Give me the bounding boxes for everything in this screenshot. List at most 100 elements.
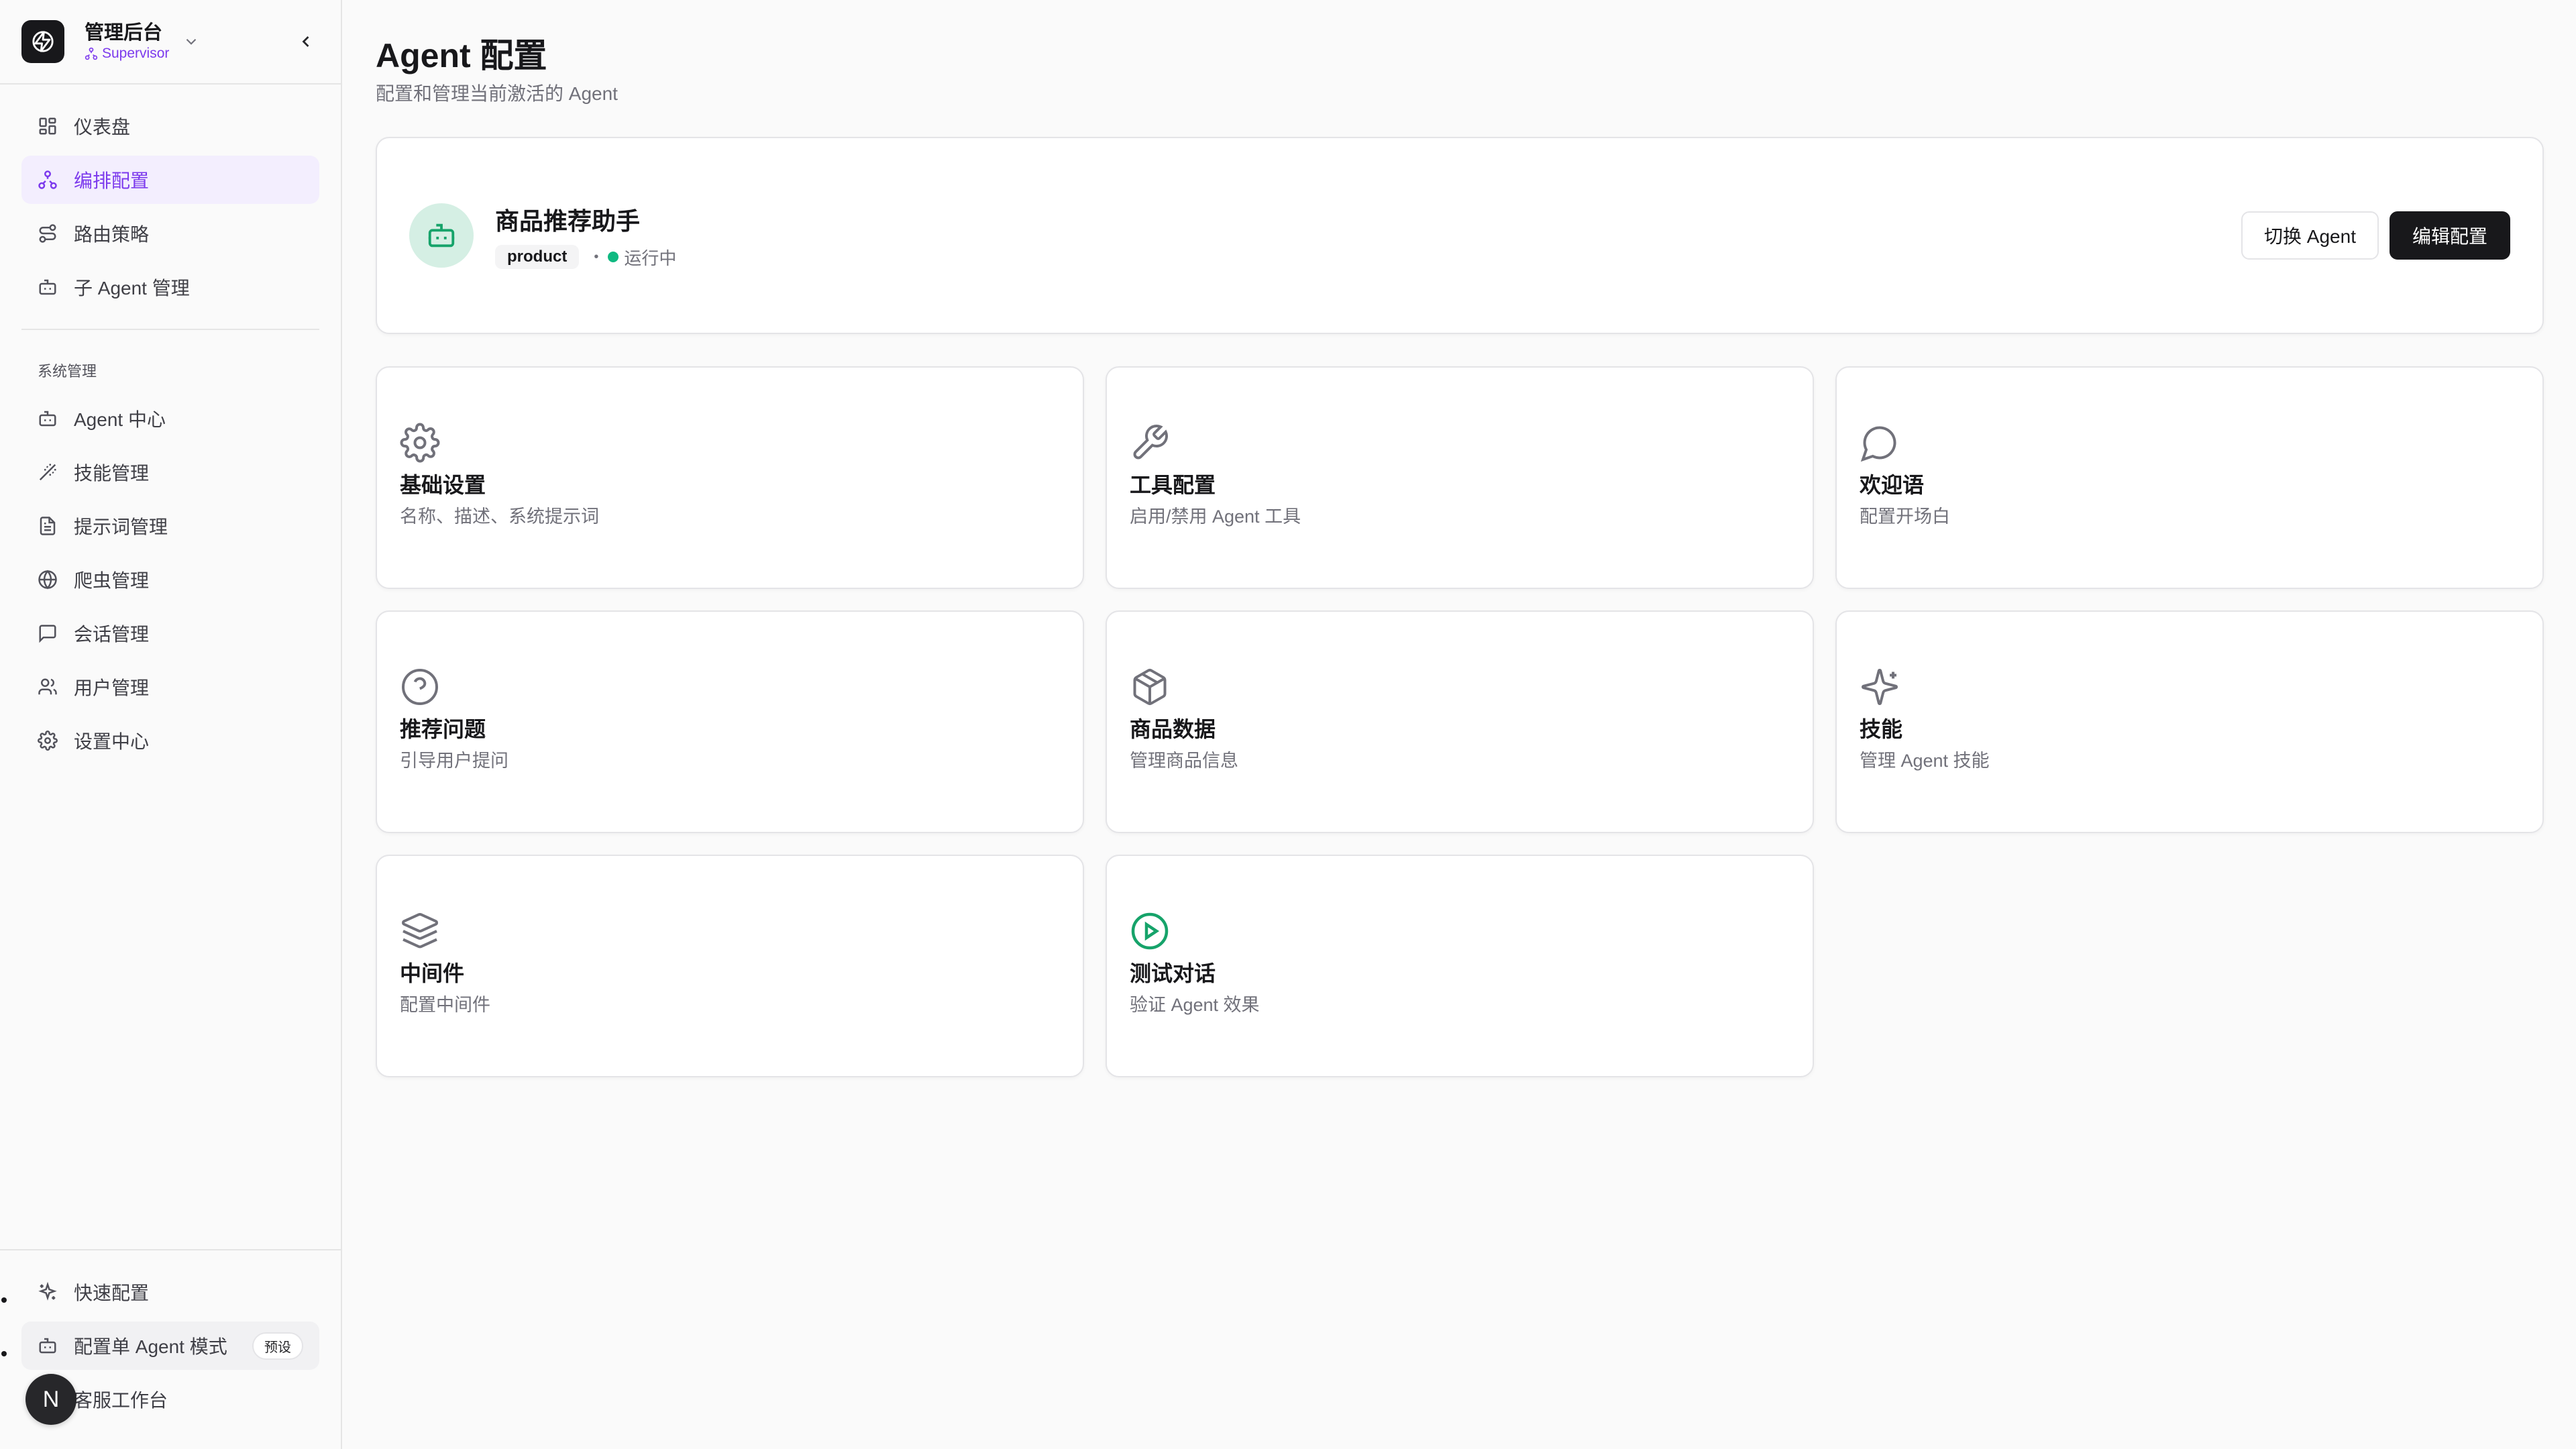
card-title: 基础设置 xyxy=(400,473,486,497)
user-avatar[interactable]: N xyxy=(25,1374,76,1425)
card-test-chat[interactable]: 测试对话 验证 Agent 效果 xyxy=(1106,855,1814,1077)
card-basic-settings[interactable]: 基础设置 名称、描述、系统提示词 xyxy=(376,366,1084,589)
edit-config-button[interactable]: 编辑配置 xyxy=(2389,211,2510,260)
collapse-sidebar-button[interactable] xyxy=(292,28,319,55)
card-title: 技能 xyxy=(1860,717,1903,741)
sidebar-item-label: 编排配置 xyxy=(74,170,150,191)
sidebar-item-label: 客服工作台 xyxy=(74,1390,168,1411)
sidebar-item-agent-center[interactable]: Agent 中心 xyxy=(21,394,319,443)
sidebar-item-sessions[interactable]: 会话管理 xyxy=(21,609,319,657)
sidebar-item-crawler[interactable]: 爬虫管理 xyxy=(21,555,319,604)
sparkles-icon xyxy=(1860,667,1900,707)
card-title: 推荐问题 xyxy=(400,717,486,741)
switch-agent-button[interactable]: 切换 Agent xyxy=(2241,211,2379,260)
bot-icon xyxy=(38,1336,58,1356)
wrench-icon xyxy=(1130,423,1170,463)
sidebar-item-label: Agent 中心 xyxy=(74,409,166,430)
message-square-icon xyxy=(38,623,58,643)
card-title: 中间件 xyxy=(400,961,465,985)
sidebar-divider xyxy=(21,329,319,330)
card-tool-config[interactable]: 工具配置 启用/禁用 Agent 工具 xyxy=(1106,366,1814,589)
card-title: 测试对话 xyxy=(1130,961,1216,985)
section-label-system: 系统管理 xyxy=(38,363,97,380)
agent-meta: product • 运行中 xyxy=(495,245,676,270)
sidebar-item-orchestration[interactable]: 编排配置 xyxy=(21,156,319,204)
bot-icon xyxy=(38,409,58,429)
list-bullet xyxy=(1,1297,7,1303)
settings-icon xyxy=(38,731,58,751)
message-circle-icon xyxy=(1860,423,1900,463)
chevron-down-icon[interactable] xyxy=(182,33,200,50)
help-circle-icon xyxy=(400,667,440,707)
brand-title: 管理后台 xyxy=(85,22,163,44)
sidebar-item-label: 爬虫管理 xyxy=(74,570,150,591)
system-nav: Agent 中心 技能管理 提示词管理 爬虫管理 会话管理 用户管理 设置中心 xyxy=(0,390,341,765)
workspace-switcher[interactable]: 管理后台 Supervisor xyxy=(85,21,169,62)
sidebar-item-label: 路由策略 xyxy=(74,224,150,245)
sidebar-item-prompts[interactable]: 提示词管理 xyxy=(21,502,319,550)
card-middleware[interactable]: 中间件 配置中间件 xyxy=(376,855,1084,1077)
agent-name: 商品推荐助手 xyxy=(495,207,641,235)
list-bullet xyxy=(1,1351,7,1356)
card-suggested-questions[interactable]: 推荐问题 引导用户提问 xyxy=(376,610,1084,833)
sidebar-item-label: 设置中心 xyxy=(74,731,150,752)
sidebar-item-dashboard[interactable]: 仪表盘 xyxy=(21,102,319,150)
sidebar-item-users[interactable]: 用户管理 xyxy=(21,663,319,711)
main-nav: 仪表盘 编排配置 路由策略 子 Agent 管理 xyxy=(0,85,341,311)
package-icon xyxy=(1130,667,1170,707)
brand-role-label: Supervisor xyxy=(102,46,170,61)
bot-icon xyxy=(409,203,474,268)
agent-info: 商品推荐助手 product • 运行中 xyxy=(495,202,676,270)
agent-tag: product xyxy=(495,245,580,269)
config-card-grid: 基础设置 名称、描述、系统提示词 工具配置 启用/禁用 Agent 工具 欢迎语… xyxy=(376,366,2544,1077)
card-description: 管理 Agent 技能 xyxy=(1860,751,1990,771)
dashboard-icon xyxy=(38,116,58,136)
sidebar-item-label: 快速配置 xyxy=(74,1283,150,1303)
sidebar-item-label: 用户管理 xyxy=(74,678,150,698)
sidebar-item-settings[interactable]: 设置中心 xyxy=(21,716,319,765)
sidebar-item-skills[interactable]: 技能管理 xyxy=(21,448,319,496)
globe-icon xyxy=(38,570,58,590)
users-icon xyxy=(38,677,58,697)
play-circle-icon xyxy=(1130,911,1170,951)
lightning-logo-icon xyxy=(21,20,64,63)
brand-role: Supervisor xyxy=(85,45,169,62)
card-title: 欢迎语 xyxy=(1860,473,1925,497)
preset-badge: 预设 xyxy=(252,1332,303,1360)
card-description: 配置中间件 xyxy=(400,995,490,1015)
layers-icon xyxy=(400,911,440,951)
wand-icon xyxy=(38,462,58,482)
sidebar-item-label: 技能管理 xyxy=(74,463,150,484)
workflow-icon xyxy=(85,47,98,60)
sidebar-item-label: 会话管理 xyxy=(74,624,150,645)
card-description: 验证 Agent 效果 xyxy=(1130,995,1260,1015)
sidebar-item-label: 子 Agent 管理 xyxy=(74,278,190,299)
status-dot xyxy=(608,252,619,262)
page-title: Agent 配置 xyxy=(376,37,547,74)
sidebar-item-sub-agents[interactable]: 子 Agent 管理 xyxy=(21,263,319,311)
agent-status: 运行中 xyxy=(624,248,677,268)
settings-icon xyxy=(400,423,440,463)
card-description: 配置开场白 xyxy=(1860,506,1950,527)
workflow-icon xyxy=(38,170,58,190)
active-agent-card: 商品推荐助手 product • 运行中 切换 Agent 编辑配置 xyxy=(376,137,2544,334)
card-description: 名称、描述、系统提示词 xyxy=(400,506,599,527)
card-description: 管理商品信息 xyxy=(1130,751,1238,771)
page-subtitle: 配置和管理当前激活的 Agent xyxy=(376,83,618,104)
card-title: 商品数据 xyxy=(1130,717,1216,741)
route-icon xyxy=(38,223,58,244)
sidebar-item-label: 仪表盘 xyxy=(74,117,131,138)
bot-icon xyxy=(38,277,58,297)
sidebar-item-routing[interactable]: 路由策略 xyxy=(21,209,319,258)
main-content: Agent 配置 配置和管理当前激活的 Agent 商品推荐助手 product… xyxy=(376,0,2544,1077)
sidebar: 管理后台 Supervisor 仪表盘 编排配置 路由策略 子 Agent 管理… xyxy=(0,0,342,1449)
sidebar-item-label: 提示词管理 xyxy=(74,517,168,537)
card-product-data[interactable]: 商品数据 管理商品信息 xyxy=(1106,610,1814,833)
sidebar-item-label: 配置单 Agent 模式 xyxy=(74,1336,227,1357)
file-text-icon xyxy=(38,516,58,536)
card-description: 引导用户提问 xyxy=(400,751,508,771)
card-skills[interactable]: 技能 管理 Agent 技能 xyxy=(1835,610,2544,833)
sidebar-item-quick-setup[interactable]: 快速配置 xyxy=(21,1268,319,1316)
card-welcome-message[interactable]: 欢迎语 配置开场白 xyxy=(1835,366,2544,589)
sidebar-item-single-agent-mode[interactable]: 配置单 Agent 模式 预设 xyxy=(21,1322,319,1370)
